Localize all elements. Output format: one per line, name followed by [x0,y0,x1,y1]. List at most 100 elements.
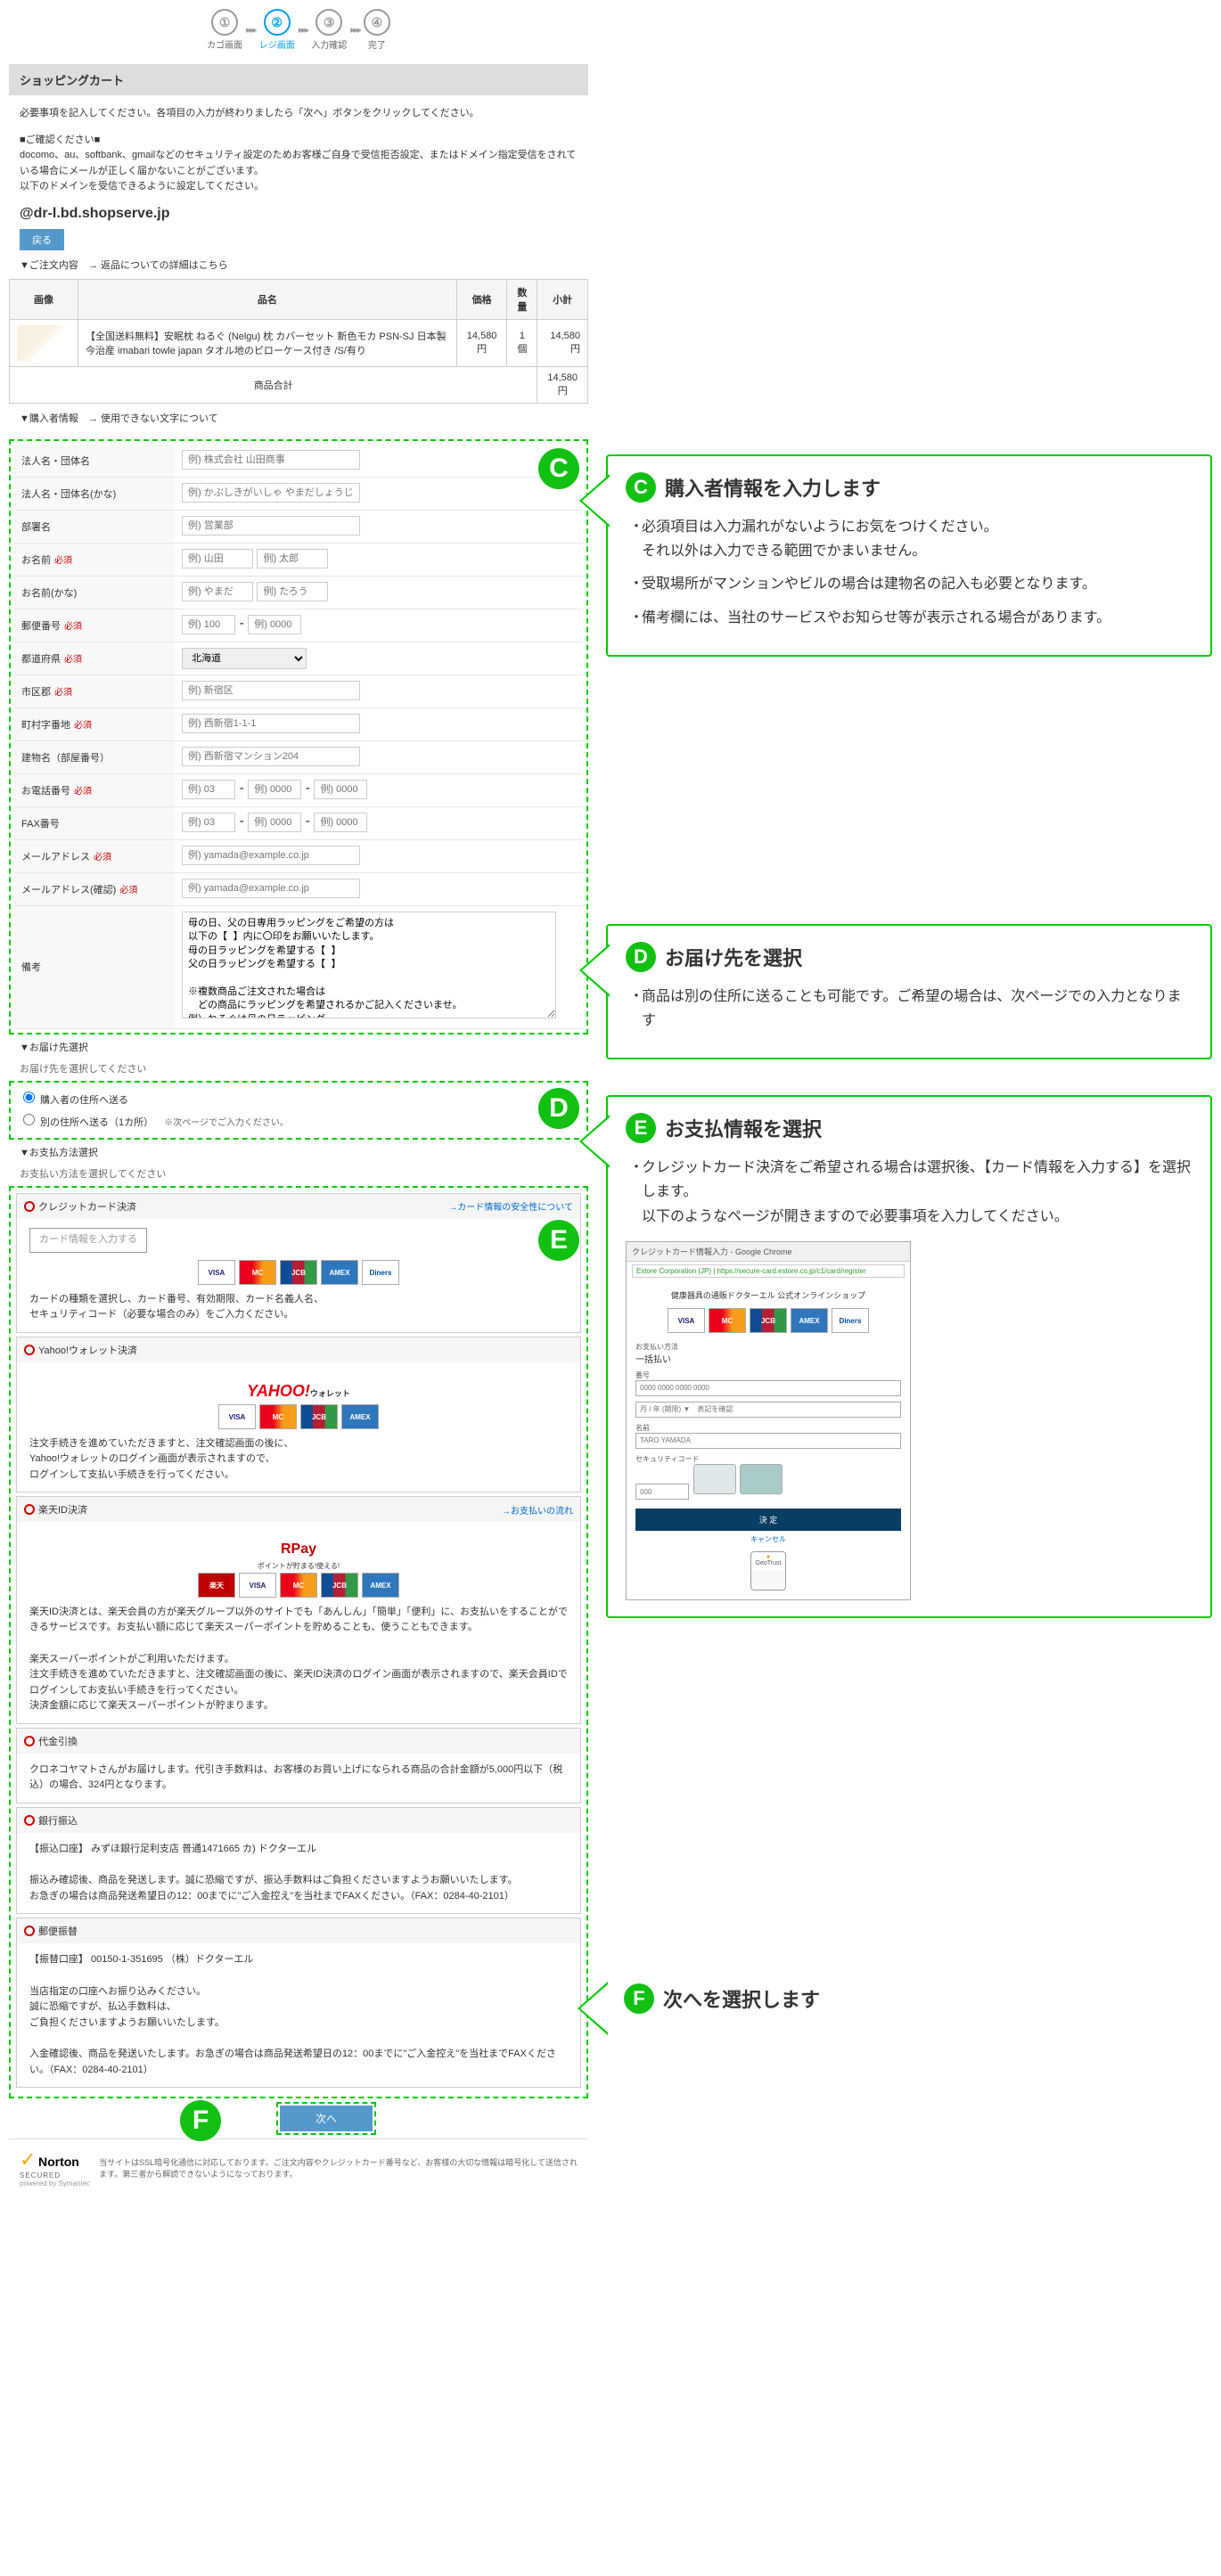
zip1-field[interactable] [182,615,235,634]
pay-cod-radio[interactable]: 代金引換 [24,1734,78,1748]
firstname-field[interactable] [257,549,328,568]
order-section-link[interactable]: ▼ご注文内容 → 返品についての詳細はこちら [9,250,588,279]
rakuten-desc1: 楽天ID決済とは、楽天会員の方が楽天グループ以外のサイトでも「あんしん」「簡単」… [29,1605,568,1636]
dept-field[interactable] [182,516,360,536]
tel2-field[interactable] [248,780,301,799]
lastname-kana-field[interactable] [182,582,253,601]
note-field[interactable]: 母の日、父の日専用ラッピングをご希望の方は 以下の【 】内に〇印をお願いいたしま… [182,912,556,1018]
card-security-link[interactable]: →カード情報の安全性について [448,1199,573,1213]
mock-submit-button[interactable]: 決 定 [635,1509,901,1531]
jcb-icon: JCB [750,1308,787,1333]
table-row: 【全国送料無料】安眠枕 ねるぐ (Nelgu) 枕 カバーセット 新色モカ PS… [10,319,588,366]
radio-icon [24,1201,35,1212]
rakuten-flow-link[interactable]: →お支払いの流れ [502,1503,573,1517]
rakuten-icon: 楽天 [198,1573,235,1598]
visa-icon: VISA [198,1260,235,1285]
company-kana-field[interactable] [182,483,360,503]
badge-c: C [538,448,579,489]
total-value: 14,580円 [537,366,588,403]
buyer-form: C 法人名・団体名 法人名・団体名(かな) 部署名 お名前必須 お名前(かな) … [9,439,588,1034]
radio-icon [24,1504,35,1515]
fax2-field[interactable] [248,813,301,832]
label-city: 市区郡必須 [14,675,175,707]
yahoo-desc: 注文手続きを進めていただきますと、注文確認画面の後に、 Yahoo!ウォレットの… [29,1436,568,1484]
label-company: 法人名・団体名 [14,445,175,477]
step-2: ②レジ画面 [259,9,295,51]
pay-bank-radio[interactable]: 銀行振込 [24,1813,78,1828]
cod-desc: クロネコヤマトさんがお届けします。代引き手数料は、お客様のお買い上げになられる商… [17,1754,580,1803]
mock-name-field[interactable] [635,1433,901,1449]
intro-text: 必要事項を記入してください。各項目の入力が終わりましたら「次へ」ボタンをクリック… [9,95,588,133]
badge-f-anno: F [624,1983,654,2014]
radio-icon [24,1815,35,1826]
badge-f: F [180,2100,221,2141]
rpay-logo-icon: RPay [29,1538,568,1561]
cart-header: ショッピングカート [9,64,588,95]
delivery-box: D 購入者の住所へ送る 別の住所へ送る（1カ所）※次ページでご入力ください。 [9,1081,588,1140]
card-back-icon [740,1464,783,1494]
jcb-icon: JCB [300,1404,338,1429]
tel1-field[interactable] [182,780,235,799]
email-confirm-field[interactable] [182,879,360,898]
delivery-sub: お届け先を選択してください [9,1056,588,1077]
zip2-field[interactable] [248,615,301,634]
pref-select[interactable]: 北海道 [182,648,307,669]
delivery-radio-buyer[interactable] [23,1092,35,1103]
radio-icon [24,1926,35,1936]
building-field[interactable] [182,747,360,766]
town-field[interactable] [182,714,360,733]
delivery-radio-other[interactable] [23,1114,35,1125]
label-email-confirm: メールアドレス(確認)必須 [14,873,175,905]
jcb-icon: JCB [321,1573,358,1598]
label-company-kana: 法人名・団体名(かな) [14,478,175,510]
fax3-field[interactable] [314,813,367,832]
delivery-opt2: 別の住所へ送る（1カ所） [40,1117,153,1128]
mock-cancel-link[interactable]: キャンセル [635,1534,901,1544]
visa-icon: VISA [668,1308,705,1333]
delivery-note: ※次ページでご入力ください。 [164,1118,289,1128]
postal-account: 【振替口座】 00150-1-351695 （株）ドクターエル [29,1952,568,1968]
norton-logo: Norton [38,2155,79,2169]
email-field[interactable] [182,846,360,865]
label-pref: 都道府県必須 [14,642,175,675]
payment-header: ▼お支払方法選択 [9,1140,588,1161]
pay-rakuten-radio[interactable]: 楽天ID決済 [24,1502,87,1517]
mastercard-icon: MC [709,1308,746,1333]
lastname-field[interactable] [182,549,253,568]
firstname-kana-field[interactable] [257,582,328,601]
order-table: 画像 品名 価格 数量 小計 【全国送料無料】安眠枕 ねるぐ (Nelgu) 枕… [9,279,588,404]
next-button[interactable]: 次へ [280,2106,373,2131]
amex-icon: AMEX [321,1260,358,1285]
tel3-field[interactable] [314,780,367,799]
card-input-button[interactable]: カード情報を入力する [29,1228,147,1253]
amex-icon: AMEX [362,1573,399,1598]
mock-shop-name: 健康器具の通販ドクターエル 公式オンラインショップ [635,1289,901,1301]
company-field[interactable] [182,450,360,470]
annotation-c: C購入者情報を入力します 必須項目は入力漏れがないようにお気をつけください。 そ… [606,454,1212,657]
mock-cardnum-field[interactable] [635,1380,901,1396]
product-price: 14,580円 [456,319,507,366]
fax1-field[interactable] [182,813,235,832]
product-name: 【全国送料無料】安眠枕 ねるぐ (Nelgu) 枕 カバーセット 新色モカ PS… [78,319,457,366]
pointer-icon [579,944,610,997]
col-price: 価格 [456,279,507,319]
norton-text: 当サイトはSSL暗号化通信に対応しております。ご注文内容やクレジットカード番号な… [99,2156,578,2179]
yahoo-logo-icon: YAHOO!ウォレット [29,1378,568,1404]
pay-credit-radio[interactable]: クレジットカード決済 [24,1199,136,1214]
pay-postal-radio[interactable]: 郵便振替 [24,1924,78,1938]
mock-cvv-field[interactable] [635,1484,689,1500]
label-town: 町村字番地必須 [14,708,175,740]
city-field[interactable] [182,681,360,700]
mock-expiry-field[interactable] [635,1402,901,1418]
buyer-section-link[interactable]: ▼購入者情報 → 使用できない文字について [9,404,588,432]
label-fax: FAX番号 [14,807,175,839]
check-icon: ✓ [20,2148,36,2171]
visa-icon: VISA [239,1573,276,1598]
back-button[interactable]: 戻る [20,229,64,250]
pay-yahoo-radio[interactable]: Yahoo!ウォレット決済 [24,1343,137,1357]
product-qty: 1個 [507,319,537,366]
delivery-opt1: 購入者の住所へ送る [40,1095,128,1106]
diners-icon: Diners [362,1260,399,1285]
pointer-icon [579,1115,610,1168]
col-qty: 数量 [507,279,537,319]
